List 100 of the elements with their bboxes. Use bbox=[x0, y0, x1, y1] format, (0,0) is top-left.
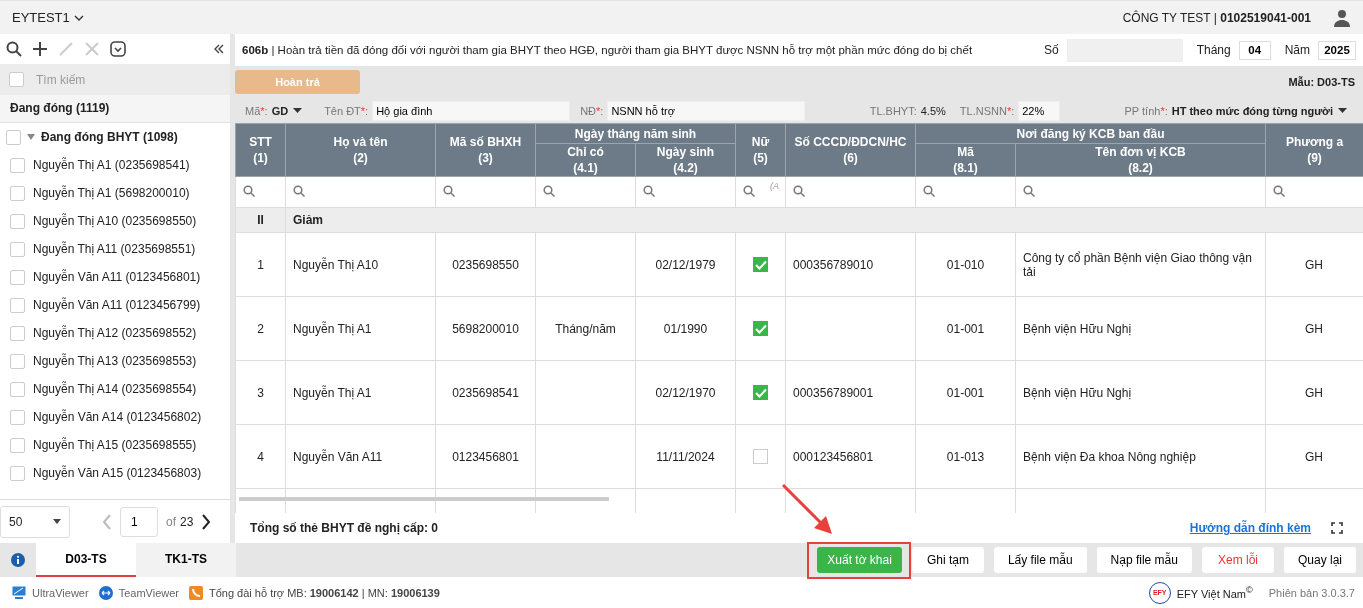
page-field[interactable]: 1 bbox=[120, 506, 158, 537]
table-cell: Nguyễn Văn A11 bbox=[285, 424, 436, 489]
action-button[interactable]: Quay lại bbox=[1283, 547, 1356, 573]
input-field[interactable]: 22% bbox=[1018, 100, 1061, 121]
checkbox[interactable] bbox=[10, 185, 25, 201]
action-button[interactable]: Xem lỗi bbox=[1201, 547, 1274, 573]
table-cell: 11/11/2024 bbox=[635, 424, 736, 489]
page-of-label: of bbox=[166, 514, 176, 529]
workspace-switcher[interactable]: EYTEST1 bbox=[12, 10, 84, 25]
tab[interactable]: D03-TS bbox=[36, 543, 136, 577]
group-number: II bbox=[235, 207, 286, 233]
tree-item[interactable]: Nguyễn Thị A15 (0235698555) bbox=[33, 438, 197, 452]
caret-icon[interactable] bbox=[27, 134, 35, 140]
checkbox[interactable] bbox=[753, 321, 768, 337]
filter-field[interactable] bbox=[285, 176, 436, 208]
filter-field[interactable] bbox=[785, 176, 916, 208]
monitor-icon bbox=[12, 586, 26, 599]
search-icon bbox=[543, 184, 555, 197]
input-field[interactable]: Hộ gia đình bbox=[372, 100, 571, 121]
checkbox[interactable] bbox=[10, 325, 25, 341]
checkbox[interactable] bbox=[10, 269, 25, 285]
filter-field[interactable] bbox=[915, 176, 1016, 208]
previous-icon[interactable] bbox=[102, 513, 112, 530]
info-icon[interactable] bbox=[11, 553, 25, 567]
company-name: CÔNG TY TEST | 0102519041-001 bbox=[1122, 10, 1311, 25]
user-icon[interactable] bbox=[1333, 8, 1351, 27]
next-icon[interactable] bbox=[201, 513, 212, 530]
filter-field[interactable] bbox=[1015, 176, 1266, 208]
action-button[interactable]: Lấy file mẫu bbox=[993, 547, 1087, 573]
column-header: Nữ (5) bbox=[735, 123, 786, 177]
table-cell: 0235698550 bbox=[435, 232, 536, 297]
tree-item[interactable]: Nguyễn Thị A13 (0235698553) bbox=[33, 354, 197, 368]
select-field[interactable]: GD bbox=[271, 104, 303, 117]
checkbox[interactable] bbox=[10, 157, 25, 173]
table-cell: Nguyễn Thị A1 bbox=[285, 296, 436, 361]
checkbox[interactable] bbox=[753, 257, 768, 273]
year-field[interactable]: 2025 bbox=[1318, 40, 1356, 60]
tree-item[interactable]: Nguyễn Thị A12 (0235698552) bbox=[33, 326, 197, 340]
action-button[interactable]: Ghi tạm bbox=[911, 547, 984, 573]
field-label: PP tính*: bbox=[1124, 104, 1168, 117]
dropdown-icon[interactable] bbox=[110, 41, 126, 57]
tree-item[interactable]: Nguyễn Thị A11 (0235698551) bbox=[33, 242, 196, 256]
search-icon[interactable] bbox=[6, 41, 22, 57]
table-cell: Bệnh viện Hữu Nghị bbox=[1015, 296, 1266, 361]
field-label: Tên ĐT*: bbox=[324, 104, 369, 117]
remote-tool-link[interactable]: TeamViewer bbox=[118, 586, 179, 599]
checkbox[interactable] bbox=[10, 241, 25, 257]
checkbox[interactable] bbox=[753, 449, 768, 465]
filter-field[interactable] bbox=[435, 176, 536, 208]
checkbox[interactable] bbox=[10, 437, 25, 453]
tree-item[interactable]: Nguyễn Văn A15 (0123456803) bbox=[33, 466, 202, 480]
checkbox[interactable] bbox=[10, 297, 25, 313]
add-icon[interactable] bbox=[32, 41, 48, 57]
select-field[interactable]: HT theo mức đóng từng người bbox=[1171, 104, 1347, 117]
table-cell: Nguyễn Thị A10 bbox=[285, 232, 436, 297]
filter-field[interactable] bbox=[635, 176, 736, 208]
tree-item[interactable]: Nguyễn Văn A11 (0123456799) bbox=[33, 298, 201, 312]
filter-field[interactable] bbox=[235, 176, 286, 208]
table-cell: Bệnh viện Đa khoa Nông nghiệp bbox=[1015, 424, 1266, 489]
checkbox[interactable] bbox=[10, 465, 25, 481]
tree-item[interactable]: Nguyễn Thị A14 (0235698554) bbox=[33, 382, 197, 396]
scrollbar[interactable] bbox=[239, 497, 609, 501]
fullscreen-icon[interactable] bbox=[1331, 522, 1343, 534]
checkbox[interactable] bbox=[6, 129, 21, 145]
input-field[interactable]: NSNN hỗ trợ bbox=[607, 100, 806, 121]
field-value: 4.5% bbox=[920, 104, 946, 117]
page-size-select[interactable]: 50 bbox=[0, 505, 70, 538]
version-text: Phiên bản 3.0.3.7 bbox=[1268, 586, 1355, 599]
table-cell: 01-001 bbox=[915, 360, 1016, 425]
remote-tool-link[interactable]: UltraViewer bbox=[32, 586, 89, 599]
filter-field[interactable] bbox=[535, 176, 636, 208]
search-field[interactable]: Tìm kiếm bbox=[34, 71, 188, 88]
action-button[interactable]: Nạp file mẫu bbox=[1096, 547, 1192, 573]
search-icon bbox=[743, 184, 755, 197]
tab[interactable]: TK1-TS bbox=[136, 543, 236, 577]
collapse-icon[interactable] bbox=[214, 44, 224, 54]
table-cell: Tháng/năm bbox=[535, 296, 636, 361]
table-cell: 2 bbox=[235, 296, 286, 361]
checkbox[interactable] bbox=[753, 385, 768, 401]
tree-item[interactable]: Nguyễn Thị A1 (0235698541) bbox=[33, 158, 190, 172]
checkbox[interactable] bbox=[10, 381, 25, 397]
search-icon bbox=[293, 184, 305, 197]
checkbox[interactable] bbox=[10, 409, 25, 425]
field-label: TL.BHYT: bbox=[869, 104, 917, 117]
field-label: TL.NSNN*: bbox=[959, 104, 1015, 117]
tree-item[interactable]: Nguyễn Thị A10 (0235698550) bbox=[33, 214, 197, 228]
tree-item[interactable]: Đang đóng BHYT (1098) bbox=[41, 130, 178, 144]
month-field[interactable]: 04 bbox=[1238, 40, 1271, 60]
checkbox[interactable] bbox=[9, 72, 24, 87]
tree-item[interactable]: Nguyễn Văn A11 (0123456801) bbox=[33, 270, 201, 284]
tree-item[interactable]: Nguyễn Văn A14 (0123456802) bbox=[33, 410, 202, 424]
table-cell: 02/12/1970 bbox=[635, 360, 736, 425]
close-icon[interactable] bbox=[84, 41, 100, 57]
checkbox[interactable] bbox=[10, 213, 25, 229]
tree-item[interactable]: Nguyễn Thị A1 (5698200010) bbox=[33, 186, 190, 200]
guide-link[interactable]: Hướng dẫn đính kèm bbox=[1189, 521, 1311, 535]
column-header: Mã số BHXH (3) bbox=[435, 123, 536, 177]
table-cell: 0235698541 bbox=[435, 360, 536, 425]
checkbox[interactable] bbox=[10, 353, 25, 369]
month-label: Tháng bbox=[1196, 43, 1231, 57]
